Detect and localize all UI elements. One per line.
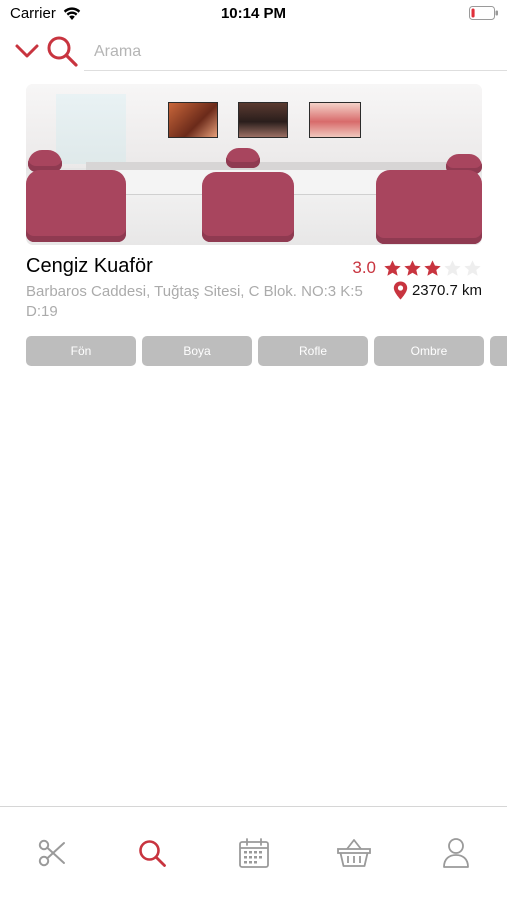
tab-profile[interactable] bbox=[436, 833, 476, 873]
salon-photo bbox=[26, 84, 482, 245]
photo-chair bbox=[202, 172, 294, 242]
photo-shelf bbox=[86, 162, 476, 170]
location-pin-icon bbox=[393, 281, 408, 300]
service-tag[interactable]: Ombre bbox=[374, 336, 484, 366]
profile-icon bbox=[441, 837, 471, 869]
tab-basket[interactable] bbox=[334, 833, 374, 873]
tab-calendar[interactable] bbox=[234, 833, 274, 873]
photo-poster bbox=[168, 102, 218, 138]
chevron-down-icon[interactable] bbox=[14, 40, 40, 62]
star-icon bbox=[403, 259, 422, 278]
star-icon bbox=[383, 259, 402, 278]
photo-chair-headrest bbox=[28, 150, 62, 172]
star-icon bbox=[443, 259, 462, 278]
salon-address: Barbaros Caddesi, Tuğtaş Sitesi, C Blok.… bbox=[26, 283, 363, 320]
clock: 10:14 PM bbox=[220, 5, 287, 22]
rating-value: 3.0 bbox=[352, 258, 376, 277]
photo-chair-headrest bbox=[226, 148, 260, 168]
search-icon[interactable] bbox=[44, 34, 80, 68]
salon-distance: 2370.7 km bbox=[393, 281, 482, 300]
salon-address-row: Barbaros Caddesi, Tuğtaş Sitesi, C Blok.… bbox=[26, 281, 482, 325]
star-icon bbox=[463, 259, 482, 278]
photo-chair bbox=[26, 170, 126, 242]
service-tag[interactable]: Fön bbox=[26, 336, 136, 366]
photo-poster bbox=[309, 102, 361, 138]
service-tag[interactable] bbox=[490, 336, 507, 366]
photo-window bbox=[56, 94, 126, 164]
photo-poster bbox=[238, 102, 288, 138]
tab-search[interactable] bbox=[132, 833, 172, 873]
photo-chair bbox=[376, 170, 482, 244]
status-bar: Carrier 10:14 PM bbox=[0, 0, 507, 28]
salon-name: Cengiz Kuaför bbox=[26, 255, 153, 277]
screen: Carrier 10:14 PM Arama Cengiz Kuaför 3.0… bbox=[0, 0, 507, 900]
salon-rating: 3.0 bbox=[352, 258, 482, 278]
rating-stars bbox=[382, 259, 482, 278]
tab-scissors[interactable] bbox=[32, 833, 72, 873]
tab-bar bbox=[0, 806, 507, 900]
service-tag[interactable]: Rofle bbox=[258, 336, 368, 366]
scissors-icon bbox=[37, 838, 67, 868]
search-input[interactable] bbox=[84, 34, 507, 71]
search-icon bbox=[137, 838, 167, 868]
battery-icon bbox=[469, 6, 499, 25]
salon-card[interactable]: Cengiz Kuaför 3.0 Barbaros Caddesi, Tuğt… bbox=[26, 84, 482, 325]
calendar-icon bbox=[238, 837, 270, 869]
salon-title-row: Cengiz Kuaför 3.0 bbox=[26, 247, 482, 281]
service-tag[interactable]: Boya bbox=[142, 336, 252, 366]
search-bar bbox=[0, 30, 507, 72]
service-tags: Fön Boya Rofle Ombre bbox=[26, 336, 507, 367]
distance-value: 2370.7 km bbox=[411, 282, 482, 299]
basket-icon bbox=[336, 837, 372, 869]
star-icon bbox=[423, 259, 442, 278]
